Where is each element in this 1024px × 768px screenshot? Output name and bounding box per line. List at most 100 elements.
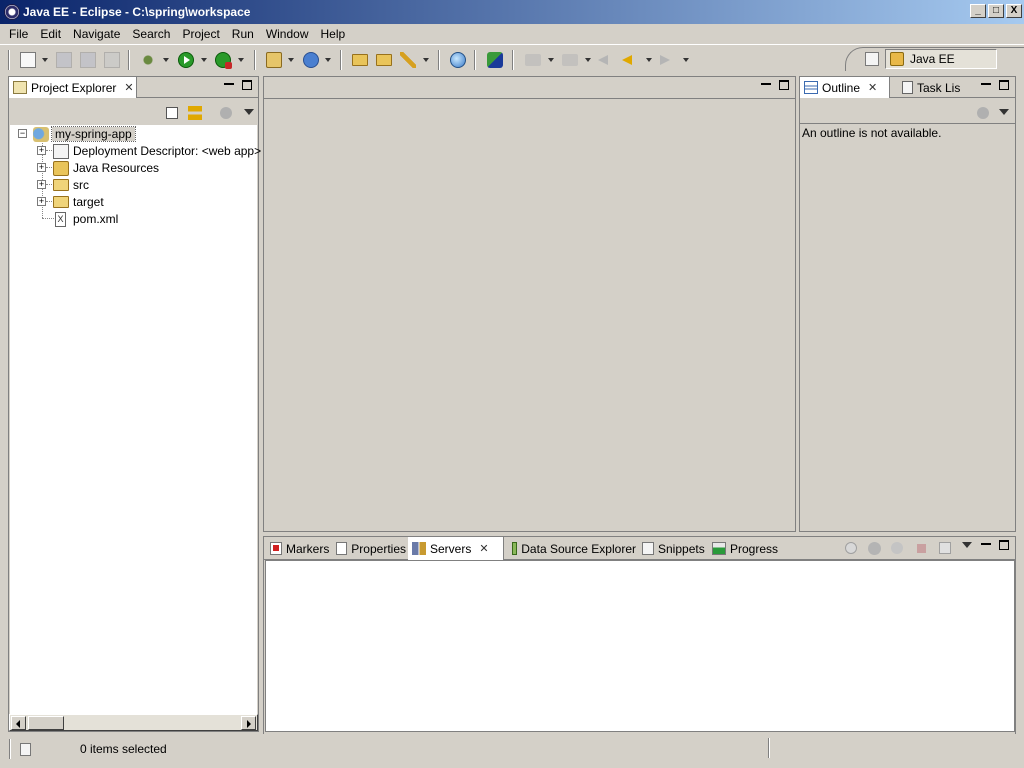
start-server-icon[interactable]: [868, 542, 881, 555]
expand-toggle[interactable]: +: [37, 197, 46, 206]
external-tools-dropdown[interactable]: [238, 58, 244, 62]
new-server-dropdown[interactable]: [288, 58, 294, 62]
tree-item[interactable]: + Java Resources: [10, 160, 257, 177]
run-icon[interactable]: [178, 52, 194, 68]
open-perspective-icon[interactable]: [865, 52, 879, 66]
scroll-thumb[interactable]: [28, 716, 64, 730]
debug-icon[interactable]: [140, 52, 156, 68]
minimize-editor-icon[interactable]: [761, 80, 771, 90]
tab-properties[interactable]: Properties: [332, 537, 406, 560]
deploy-icon[interactable]: [487, 52, 503, 68]
tab-project-explorer[interactable]: Project Explorer ✕: [9, 77, 137, 98]
outline-message: An outline is not available.: [802, 126, 942, 140]
markers-icon: [270, 542, 282, 555]
menu-run[interactable]: Run: [226, 25, 260, 43]
view-menu-icon[interactable]: [999, 109, 1009, 115]
search-dropdown[interactable]: [423, 58, 429, 62]
menu-file[interactable]: File: [3, 25, 34, 43]
debug-dropdown[interactable]: [163, 58, 169, 62]
maximize-view-icon[interactable]: [999, 80, 1009, 90]
forward-dropdown[interactable]: [683, 58, 689, 62]
tab-data-source-explorer[interactable]: Data Source Explorer: [508, 537, 636, 560]
expand-toggle[interactable]: +: [37, 163, 46, 172]
xml-file-icon: X: [55, 212, 66, 227]
menu-navigate[interactable]: Navigate: [67, 25, 126, 43]
maximize-view-icon[interactable]: [999, 540, 1009, 550]
maximize-editor-icon[interactable]: [779, 80, 789, 90]
tree-item[interactable]: X pom.xml: [10, 211, 257, 228]
link-with-editor-icon[interactable]: [188, 106, 202, 120]
filter-icon[interactable]: [977, 107, 989, 119]
debug-server-icon[interactable]: [845, 542, 857, 554]
expand-toggle[interactable]: +: [37, 180, 46, 189]
new-web-service-dropdown[interactable]: [325, 58, 331, 62]
restore-button[interactable]: □: [988, 4, 1004, 18]
back-dropdown[interactable]: [646, 58, 652, 62]
menu-edit[interactable]: Edit: [34, 25, 67, 43]
save-all-icon[interactable]: [80, 52, 96, 68]
horizontal-scrollbar[interactable]: [9, 714, 258, 731]
toolbar-separator: [474, 50, 476, 70]
new-dropdown[interactable]: [42, 58, 48, 62]
minimize-button[interactable]: _: [970, 4, 986, 18]
forward-icon[interactable]: [660, 55, 670, 65]
publish-icon[interactable]: [939, 542, 951, 554]
internal-web-browser-icon[interactable]: [450, 52, 466, 68]
java-resources-icon: [53, 161, 69, 176]
tab-snippets[interactable]: Snippets: [638, 537, 706, 560]
tree-item[interactable]: + src: [10, 177, 257, 194]
tab-task-list[interactable]: Task Lis: [898, 77, 968, 98]
prev-annotation-icon[interactable]: [562, 54, 578, 66]
maximize-view-icon[interactable]: [242, 80, 252, 90]
collapse-toggle[interactable]: −: [18, 129, 27, 138]
tab-markers[interactable]: Markers: [266, 537, 330, 560]
new-web-service-icon[interactable]: [303, 52, 319, 68]
print-icon[interactable]: [104, 52, 120, 68]
servers-view[interactable]: [265, 560, 1015, 732]
tree-item[interactable]: − my-spring-app: [10, 126, 257, 143]
status-text: 0 items selected: [80, 742, 167, 756]
menu-window[interactable]: Window: [260, 25, 315, 43]
tab-servers[interactable]: Servers ✕: [408, 537, 504, 560]
tree-item[interactable]: + Deployment Descriptor: <web app>: [10, 143, 261, 160]
next-annotation-dropdown[interactable]: [548, 58, 554, 62]
search-icon[interactable]: [400, 52, 416, 68]
open-type-icon[interactable]: [352, 54, 368, 66]
folder-icon: [53, 179, 69, 191]
scroll-right-icon[interactable]: [241, 716, 256, 730]
filter-icon[interactable]: [220, 107, 232, 119]
new-icon[interactable]: [20, 52, 36, 68]
perspective-java-ee[interactable]: Java EE: [885, 49, 997, 69]
minimize-view-icon[interactable]: [224, 80, 234, 90]
expand-toggle[interactable]: +: [37, 146, 46, 155]
close-button[interactable]: X: [1006, 4, 1022, 18]
tab-progress[interactable]: Progress: [708, 537, 778, 560]
open-task-icon[interactable]: [376, 54, 392, 66]
collapse-all-icon[interactable]: [166, 107, 178, 119]
external-tools-icon[interactable]: [215, 52, 232, 69]
close-icon[interactable]: ✕: [124, 81, 133, 94]
menu-help[interactable]: Help: [315, 25, 352, 43]
run-dropdown[interactable]: [201, 58, 207, 62]
scroll-left-icon[interactable]: [11, 716, 26, 730]
menu-project[interactable]: Project: [176, 25, 225, 43]
prev-annotation-dropdown[interactable]: [585, 58, 591, 62]
stop-server-icon[interactable]: [917, 544, 926, 553]
last-edit-icon[interactable]: [598, 55, 608, 65]
fast-view-icon[interactable]: [20, 743, 31, 756]
close-icon[interactable]: ✕: [868, 81, 877, 94]
menu-search[interactable]: Search: [126, 25, 176, 43]
close-icon[interactable]: ✕: [479, 542, 488, 555]
minimize-view-icon[interactable]: [981, 540, 991, 550]
view-menu-icon[interactable]: [962, 542, 972, 548]
view-menu-icon[interactable]: [244, 109, 254, 115]
profile-server-icon[interactable]: [891, 542, 903, 554]
next-annotation-icon[interactable]: [525, 54, 541, 66]
tab-outline[interactable]: Outline ✕: [800, 77, 890, 98]
tree-item-label: pom.xml: [73, 212, 119, 226]
minimize-view-icon[interactable]: [981, 80, 991, 90]
back-icon[interactable]: [622, 55, 632, 65]
save-icon[interactable]: [56, 52, 72, 68]
new-server-icon[interactable]: [266, 52, 282, 68]
tree-item[interactable]: + target: [10, 194, 257, 211]
